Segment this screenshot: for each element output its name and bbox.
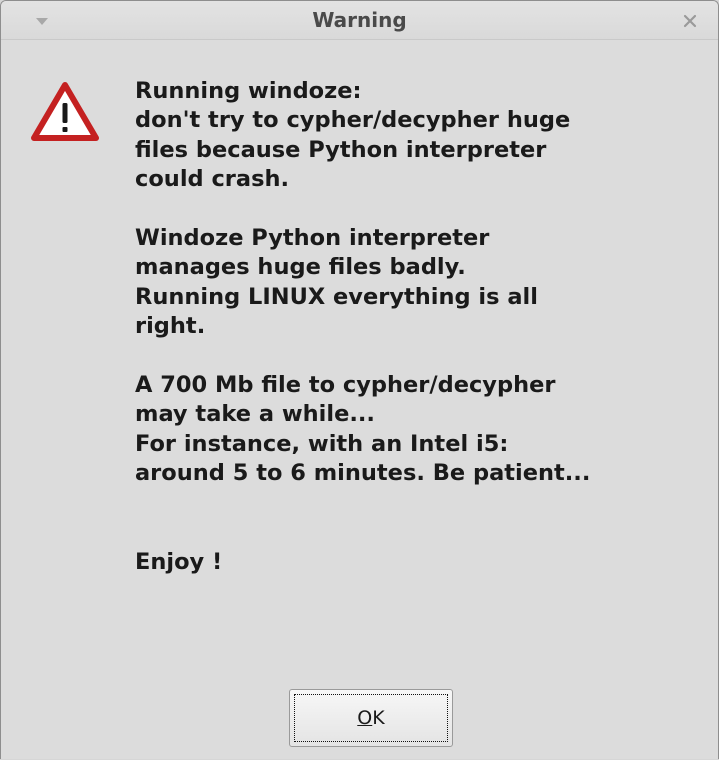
- message-line: don't try to cypher/decypher huge: [135, 107, 571, 134]
- message-line: For instance, with an Intel i5:: [135, 430, 509, 457]
- message-line: [135, 342, 715, 371]
- message-line: [135, 195, 715, 224]
- ok-button-focus-ring: OK: [294, 694, 448, 742]
- ok-label-mnemonic: O: [357, 707, 373, 729]
- close-icon[interactable]: [678, 9, 702, 33]
- message-line: Running windoze:: [135, 78, 362, 104]
- message-line: manages huge files badly.: [135, 254, 466, 281]
- message-line: may take a while...: [135, 401, 375, 428]
- warning-message: Running windoze: don't try to cypher/decy…: [135, 77, 715, 577]
- message-line: [135, 518, 715, 547]
- message-line: files because Python interpreter: [135, 136, 547, 163]
- warning-triangle-icon: [30, 81, 100, 143]
- warning-dialog-window: Warning Running windoze: don't try to cyp…: [0, 0, 719, 759]
- message-line: Enjoy !: [135, 548, 223, 575]
- message-line: Running LINUX everything is all: [135, 283, 538, 310]
- window-title: Warning: [312, 8, 407, 32]
- message-line: right.: [135, 313, 206, 340]
- message-line: could crash.: [135, 166, 290, 193]
- message-line: Windoze Python interpreter: [135, 225, 490, 252]
- message-line: around 5 to 6 minutes. Be patient...: [135, 460, 591, 487]
- ok-label-rest: K: [372, 707, 385, 729]
- message-line: A 700 Mb file to cypher/decypher: [135, 372, 556, 399]
- message-line: [135, 489, 715, 518]
- ok-button[interactable]: OK: [289, 689, 453, 747]
- title-bar[interactable]: Warning: [1, 1, 718, 40]
